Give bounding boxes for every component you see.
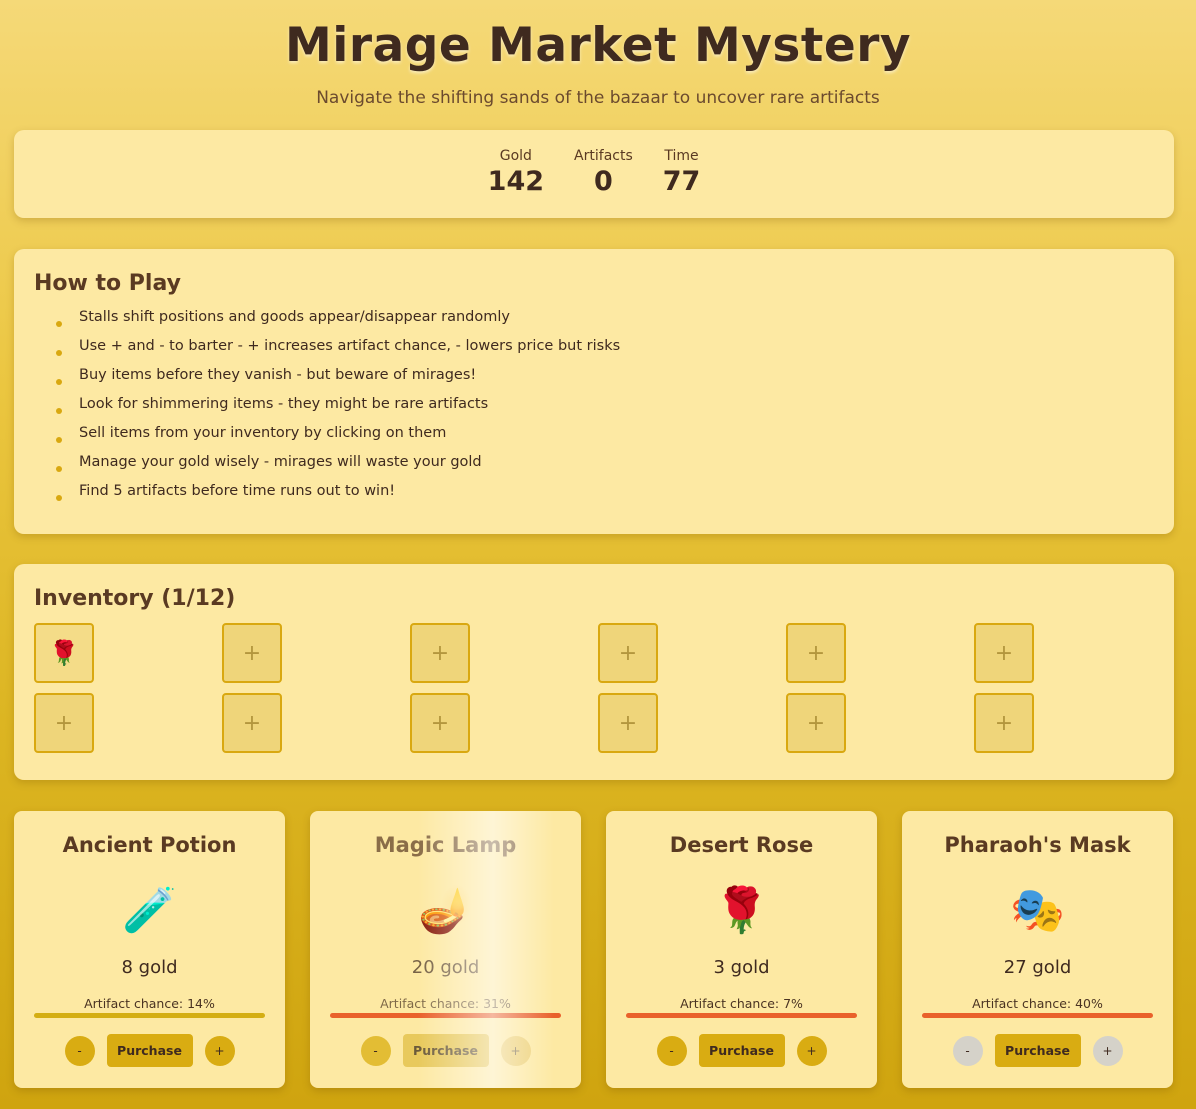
- inventory-slot-empty[interactable]: +: [34, 693, 94, 753]
- stat-gold: Gold 142: [488, 148, 544, 218]
- how-to-play-title: How to Play: [34, 271, 181, 296]
- inventory-title: Inventory (1/12): [34, 586, 236, 611]
- inventory-slot-empty[interactable]: +: [410, 693, 470, 753]
- item-icon: 🪔: [418, 885, 473, 936]
- barter-controls: - Purchase +: [310, 1034, 581, 1067]
- stall-card: Ancient Potion 🧪 8 gold Artifact chance: 14…: [14, 811, 285, 1088]
- purchase-button[interactable]: Purchase: [698, 1034, 785, 1067]
- rule-item: Manage your gold wisely - mirages will w…: [56, 451, 1154, 480]
- item-price: 20 gold: [411, 957, 480, 978]
- item-name: Magic Lamp: [374, 833, 517, 857]
- item-name: Pharaoh's Mask: [944, 833, 1131, 857]
- inventory-slot-empty[interactable]: +: [222, 693, 282, 753]
- stat-value: 77: [662, 166, 701, 197]
- barter-controls: - Purchase +: [902, 1034, 1173, 1067]
- inventory-panel: Inventory (1/12) 🌹 + + + + + + + + + + +: [14, 564, 1174, 780]
- market-stalls: Ancient Potion 🧪 8 gold Artifact chance: 14…: [14, 811, 1174, 1088]
- artifact-chance-label: Artifact chance: 40%: [972, 996, 1103, 1011]
- stat-label: Artifacts: [574, 148, 633, 164]
- item-name: Ancient Potion: [62, 833, 237, 857]
- barter-controls: - Purchase +: [14, 1034, 285, 1067]
- header: Mirage Market Mystery Navigate the shift…: [0, 0, 1196, 130]
- inventory-slot-empty[interactable]: +: [222, 623, 282, 683]
- barter-minus-button[interactable]: -: [64, 1035, 95, 1066]
- how-to-play-panel: How to Play Stalls shift positions and g…: [14, 249, 1174, 534]
- rule-item: Look for shimmering items - they might b…: [56, 393, 1154, 422]
- barter-plus-button[interactable]: +: [796, 1035, 827, 1066]
- rule-item: Sell items from your inventory by clicki…: [56, 422, 1154, 451]
- item-price: 27 gold: [1003, 957, 1072, 978]
- purchase-button[interactable]: Purchase: [402, 1034, 489, 1067]
- artifact-chance-label: Artifact chance: 31%: [380, 996, 511, 1011]
- inventory-slot-empty[interactable]: +: [974, 623, 1034, 683]
- stat-label: Gold: [499, 148, 532, 164]
- barter-plus-button[interactable]: +: [1092, 1035, 1123, 1066]
- stats-panel: Gold 142 Artifacts 0 Time 77: [14, 130, 1174, 218]
- item-icon: 🧪: [122, 885, 177, 936]
- item-price: 3 gold: [713, 957, 770, 978]
- barter-plus-button[interactable]: +: [500, 1035, 531, 1066]
- stall-card: Magic Lamp 🪔 20 gold Artifact chance: 31% - P…: [310, 811, 581, 1088]
- barter-minus-button[interactable]: -: [952, 1035, 983, 1066]
- stall-card: Desert Rose 🌹 3 gold Artifact chance: 7% - Pu…: [606, 811, 877, 1088]
- stat-value: 142: [487, 166, 545, 197]
- barter-minus-button[interactable]: -: [360, 1035, 391, 1066]
- inventory-slot-empty[interactable]: +: [974, 693, 1034, 753]
- rule-item: Use + and - to barter - + increases arti…: [56, 335, 1154, 364]
- artifact-chance-bar: [34, 1013, 265, 1018]
- item-icon: 🌹: [714, 885, 769, 936]
- artifact-chance-label: Artifact chance: 14%: [84, 996, 215, 1011]
- inventory-slot-empty[interactable]: +: [786, 693, 846, 753]
- inventory-slot-empty[interactable]: +: [786, 623, 846, 683]
- inventory-slot-empty[interactable]: +: [598, 623, 658, 683]
- artifact-chance-bar: [922, 1013, 1153, 1018]
- stat-artifacts: Artifacts 0: [574, 148, 633, 218]
- rule-item: Buy items before they vanish - but bewar…: [56, 364, 1154, 393]
- game-title: Mirage Market Mystery: [284, 18, 912, 73]
- stat-time: Time 77: [663, 148, 701, 218]
- barter-plus-button[interactable]: +: [204, 1035, 235, 1066]
- purchase-button[interactable]: Purchase: [106, 1034, 193, 1067]
- barter-controls: - Purchase +: [606, 1034, 877, 1067]
- rule-item: Stalls shift positions and goods appear/…: [56, 306, 1154, 335]
- barter-minus-button[interactable]: -: [656, 1035, 687, 1066]
- artifact-chance-bar: [626, 1013, 857, 1018]
- purchase-button[interactable]: Purchase: [994, 1034, 1081, 1067]
- artifact-chance-bar: [330, 1013, 561, 1018]
- item-price: 8 gold: [121, 957, 178, 978]
- stat-value: 0: [594, 166, 613, 197]
- artifact-chance-label: Artifact chance: 7%: [680, 996, 803, 1011]
- inventory-slot-filled[interactable]: 🌹: [34, 623, 94, 683]
- game-subtitle: Navigate the shifting sands of the bazaa…: [316, 88, 880, 108]
- item-icon: 🎭: [1010, 885, 1065, 936]
- stat-label: Time: [664, 148, 699, 164]
- rules-list: Stalls shift positions and goods appear/…: [34, 306, 1154, 509]
- stall-card: Pharaoh's Mask 🎭 27 gold Artifact chance: 4…: [902, 811, 1173, 1088]
- item-name: Desert Rose: [669, 833, 814, 857]
- inventory-slot-empty[interactable]: +: [598, 693, 658, 753]
- rule-item: Find 5 artifacts before time runs out to…: [56, 480, 1154, 509]
- inventory-slot-empty[interactable]: +: [410, 623, 470, 683]
- inventory-grid: 🌹 + + + + + + + + + + +: [34, 623, 1154, 753]
